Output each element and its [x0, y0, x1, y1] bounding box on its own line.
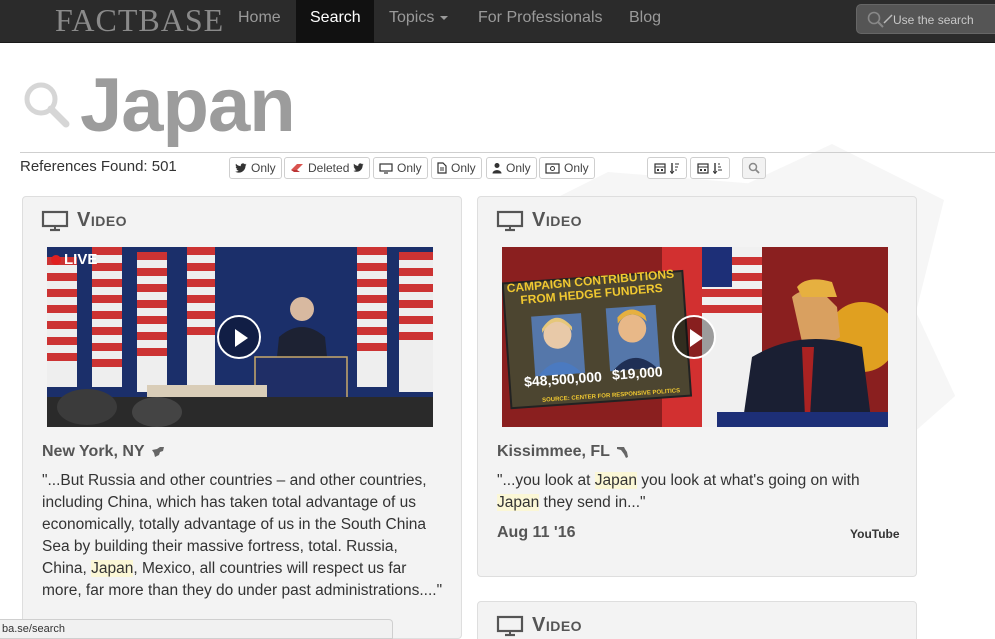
location-label: New York, NY	[42, 443, 145, 460]
money-icon	[545, 162, 560, 174]
filter-money-label: Only	[564, 161, 589, 175]
monitor-icon	[41, 210, 69, 231]
location-label: Kissimmee, FL	[497, 443, 610, 460]
quote-highlight: Japan	[497, 494, 540, 511]
live-badge-label: LIVE	[64, 251, 98, 268]
calendar-icon	[654, 163, 666, 174]
card-date: Aug 11 '16	[497, 524, 576, 541]
monitor-icon	[379, 162, 393, 174]
filter-person-only-button[interactable]: Only	[486, 157, 537, 179]
filter-video-label: Only	[397, 161, 422, 175]
filter-twitter-label: Only	[251, 161, 276, 175]
sort-desc-icon	[670, 163, 679, 174]
refine-search-button[interactable]	[742, 157, 766, 179]
eraser-icon	[291, 164, 303, 172]
card-location: Kissimmee, FL	[497, 443, 630, 461]
quote-highlight: Japan	[91, 560, 134, 577]
document-icon	[437, 162, 447, 174]
pencil-icon	[883, 14, 893, 24]
sort-date-asc-button[interactable]	[690, 157, 730, 179]
references-count: References Found: 501	[20, 158, 177, 175]
filter-deleted-label: Deleted	[308, 161, 350, 175]
filter-person-label: Only	[506, 161, 531, 175]
twitter-icon	[353, 163, 364, 172]
calendar-icon	[697, 163, 709, 174]
nav-for-professionals[interactable]: For Professionals	[464, 0, 617, 43]
card-quote: "...But Russia and other countries – and…	[42, 470, 444, 602]
filter-twitter-only-button[interactable]: Only	[229, 157, 282, 179]
quote-text: you look at what's going on with	[636, 472, 860, 489]
nav-search-box[interactable]	[856, 4, 995, 34]
nav-home[interactable]: Home	[224, 0, 295, 43]
top-navbar: FACTBASE Home Search Topics For Professi…	[0, 0, 995, 43]
user-icon	[492, 163, 502, 174]
card-header: Video	[496, 614, 582, 637]
live-dot-icon	[51, 254, 61, 265]
live-badge: LIVE	[51, 251, 97, 268]
nav-topics-label: Topics	[389, 9, 435, 26]
play-button[interactable]	[217, 315, 261, 359]
sort-date-desc-button[interactable]	[647, 157, 687, 179]
card-source[interactable]: YouTube	[850, 527, 900, 541]
result-card[interactable]: Video	[477, 601, 917, 639]
search-query-title: Japan	[80, 63, 296, 148]
chevron-down-icon	[440, 15, 449, 20]
nav-search-input[interactable]	[893, 9, 995, 31]
card-type-label: Video	[532, 614, 583, 636]
video-thumbnail[interactable]: CAMPAIGN CONTRIBUTIONS FROM HEDGE FUNDER…	[502, 247, 888, 427]
nav-blog[interactable]: Blog	[615, 0, 675, 43]
twitter-icon	[235, 162, 247, 173]
state-outline-icon	[616, 447, 628, 458]
monitor-icon	[496, 615, 524, 636]
video-thumbnail[interactable]: LIVE	[47, 247, 433, 427]
card-header: Video	[41, 209, 127, 232]
state-outline-icon	[151, 447, 164, 457]
filter-video-only-button[interactable]: Only	[373, 157, 428, 179]
quote-highlight: Japan	[594, 472, 637, 489]
card-quote: "...you look at Japan you look at what's…	[497, 470, 899, 514]
play-button[interactable]	[672, 315, 716, 359]
card-location: New York, NY	[42, 443, 165, 461]
filter-money-only-button[interactable]: Only	[539, 157, 595, 179]
brand-logo[interactable]: FACTBASE	[55, 2, 224, 38]
filter-document-only-button[interactable]: Only	[431, 157, 482, 179]
nav-search[interactable]: Search	[296, 0, 374, 43]
card-header: Video	[496, 209, 582, 232]
quote-text: "...you look at	[497, 472, 595, 489]
card-type-label: Video	[532, 209, 583, 231]
result-card[interactable]: Video	[22, 196, 462, 639]
browser-status-bar: ba.se/search	[0, 619, 393, 639]
filter-document-label: Only	[451, 161, 476, 175]
search-icon	[748, 162, 760, 174]
filter-deleted-button[interactable]: Deleted	[284, 157, 371, 179]
quote-text: they send in..."	[539, 494, 646, 511]
nav-topics[interactable]: Topics	[375, 0, 462, 43]
result-card[interactable]: Video	[477, 196, 917, 577]
sort-asc-icon	[713, 163, 722, 174]
search-icon	[24, 82, 70, 128]
card-type-label: Video	[77, 209, 128, 231]
divider	[20, 152, 995, 153]
monitor-icon	[496, 210, 524, 231]
